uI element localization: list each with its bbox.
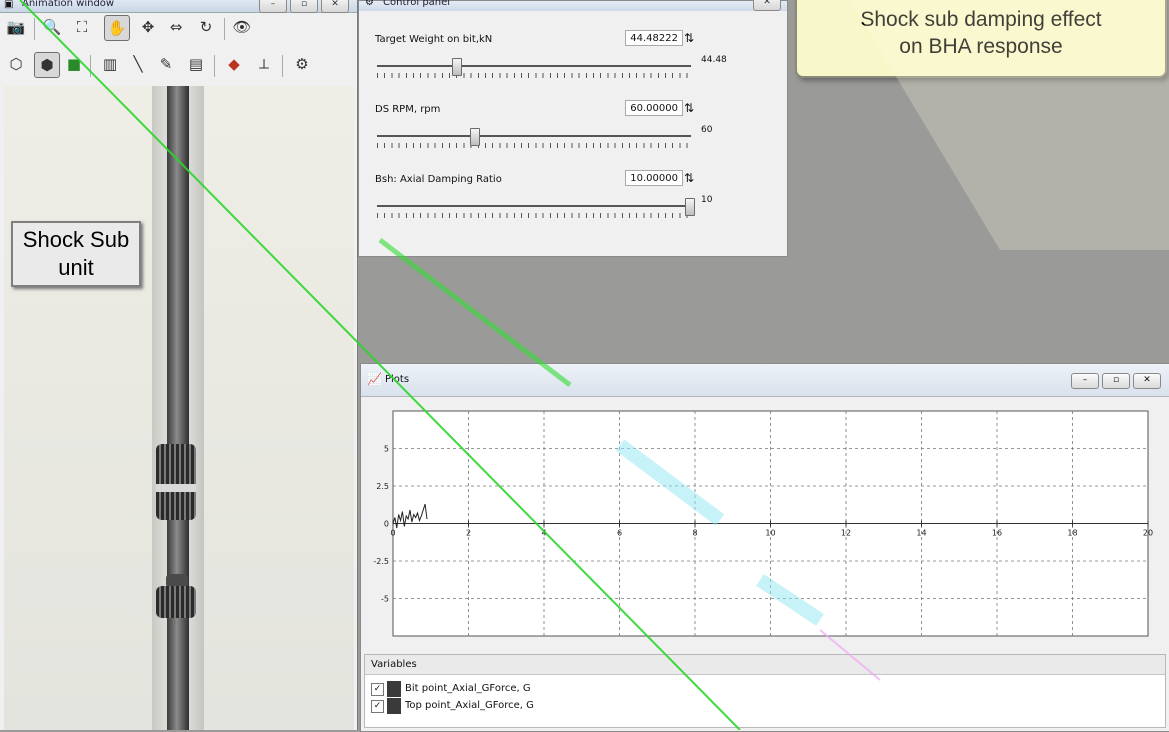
plots-close-button[interactable]: ✕: [1133, 373, 1161, 389]
pan-hand-icon[interactable]: ✋: [104, 15, 130, 41]
variable-name: Bit point_Axial_GForce, G: [405, 683, 531, 694]
slider-ticks: [377, 73, 691, 78]
move-icon[interactable]: ✥: [136, 15, 160, 39]
slider-ticks: [377, 213, 691, 218]
plot-icon: 📈: [367, 372, 382, 386]
variable-checkbox[interactable]: ✓: [371, 683, 384, 696]
close-button[interactable]: ✕: [321, 0, 349, 13]
shock-sub-label: Shock Sub unit: [11, 221, 141, 287]
stabilizer-lower: [156, 586, 196, 618]
view-toolbar: 📷 🔍 ⛶ ✋ ✥ ⇔ ↻ 👁: [2, 15, 354, 45]
plots-title: Plots: [385, 374, 410, 385]
window-icon: ▣: [4, 0, 14, 10]
damping-ratio-input[interactable]: 10.00000: [625, 170, 683, 186]
animation-window: ▣ Animation window – ▫ ✕ 📷 🔍 ⛶ ✋ ✥ ⇔ ↻ 👁…: [0, 0, 358, 730]
variables-header: Variables: [365, 655, 1165, 675]
render-toolbar: ⬡ ⬢ ■ ▥ ╲ ✎ ▤ ◆ ⟂ ⚙: [2, 52, 354, 82]
x-tick-label: 16: [992, 529, 1002, 538]
x-tick-label: 4: [541, 529, 546, 538]
orbit-icon[interactable]: ⇔: [164, 15, 188, 39]
control-panel-close-button[interactable]: ✕: [753, 0, 781, 11]
x-tick-label: 2: [466, 529, 471, 538]
rotate-icon[interactable]: ↻: [194, 15, 218, 39]
control-panel-title: Control panel: [383, 0, 451, 8]
box-icon[interactable]: ▤: [184, 52, 208, 76]
animation-window-title: Animation window: [22, 0, 115, 9]
y-tick-label: 5: [384, 445, 389, 454]
solid-cube-icon[interactable]: ⬢: [34, 52, 60, 78]
3d-viewport[interactable]: [4, 86, 354, 730]
slider-value: 44.48: [701, 55, 727, 65]
x-tick-label: 6: [617, 529, 622, 538]
variable-row[interactable]: ✓ Top point_Axial_GForce, G: [371, 698, 671, 714]
stabilizer-upper: [156, 444, 196, 520]
plots-maximize-button[interactable]: ▫: [1102, 373, 1130, 389]
y-tick-label: -5: [381, 595, 389, 604]
variable-checkbox[interactable]: ✓: [371, 700, 384, 713]
ds-rpm-slider-thumb[interactable]: [470, 128, 480, 146]
variable-row[interactable]: ✓ Bit point_Axial_GForce, G: [371, 681, 671, 697]
spinner-icon[interactable]: ⇅: [681, 100, 697, 116]
plots-titlebar[interactable]: 📈 Plots – ▫ ✕: [361, 364, 1169, 397]
ds-rpm-input[interactable]: 60.00000: [625, 100, 683, 116]
camera-icon[interactable]: 📷: [4, 15, 28, 39]
variable-color-swatch: [387, 681, 401, 697]
variable-color-swatch: [387, 698, 401, 714]
shaded-cube-icon[interactable]: ■: [62, 52, 86, 76]
spinner-icon[interactable]: ⇅: [681, 170, 697, 186]
variable-name: Top point_Axial_GForce, G: [405, 700, 534, 711]
slider-track[interactable]: [377, 205, 691, 207]
damping-ratio-slider-thumb[interactable]: [685, 198, 695, 216]
param-label: Bsh: Axial Damping Ratio: [375, 174, 502, 185]
animation-window-titlebar[interactable]: ▣ Animation window – ▫ ✕: [0, 0, 357, 13]
column-icon[interactable]: ▥: [98, 52, 122, 76]
target-weight-slider-thumb[interactable]: [452, 58, 462, 76]
spinner-icon[interactable]: ⇅: [681, 30, 697, 46]
control-panel-icon: ⚙: [365, 0, 374, 8]
target-weight-input[interactable]: 44.48222: [625, 30, 683, 46]
control-panel: ⚙ Control panel ✕ Target Weight on bit,k…: [358, 0, 788, 257]
x-tick-label: 12: [841, 529, 851, 538]
axis-icon[interactable]: ⟂: [252, 52, 276, 76]
param-label: Target Weight on bit,kN: [375, 34, 493, 45]
stabilizer-band: [156, 484, 196, 492]
minimize-button[interactable]: –: [259, 0, 287, 13]
variables-panel: Variables ✓ Bit point_Axial_GForce, G ✓ …: [364, 654, 1166, 728]
slider-track[interactable]: [377, 135, 691, 137]
shock-sub-label-line1: Shock Sub: [22, 227, 130, 252]
wireframe-cube-icon[interactable]: ⬡: [4, 52, 28, 76]
zoom-icon[interactable]: 🔍: [40, 15, 64, 39]
drill-string: [167, 86, 189, 730]
slider-value: 10: [701, 195, 713, 205]
x-tick-label: 18: [1067, 529, 1077, 538]
control-panel-titlebar[interactable]: ⚙ Control panel ✕: [359, 0, 787, 11]
paint-icon[interactable]: ◆: [222, 52, 246, 76]
x-tick-label: 20: [1143, 529, 1153, 538]
gforce-plot[interactable]: 0 2 4 6 8 10 12 14 16 18 20 5 2.5 0 -2.5 -5: [361, 396, 1169, 651]
plots-window: 📈 Plots – ▫ ✕ 0 2 4 6 8 10 12 14 16 18 20 5 2.5 0 -2.5…: [360, 363, 1169, 732]
x-tick-label: 14: [916, 529, 926, 538]
y-tick-label: 0: [384, 520, 389, 529]
y-tick-label: -2.5: [373, 557, 389, 566]
x-tick-label: 10: [765, 529, 775, 538]
shock-sub-label-line2: unit: [58, 255, 94, 280]
settings-icon[interactable]: ⚙: [290, 52, 314, 76]
eye-icon[interactable]: 👁: [230, 15, 254, 39]
slider-value: 60: [701, 125, 713, 135]
pencil-icon[interactable]: ✎: [154, 52, 178, 76]
callout-line1: Shock sub damping effect: [860, 8, 1102, 31]
zoom-fit-icon[interactable]: ⛶: [70, 15, 94, 39]
x-tick-label: 8: [692, 529, 697, 538]
plots-minimize-button[interactable]: –: [1071, 373, 1099, 389]
y-tick-label: 2.5: [376, 482, 389, 491]
slider-track[interactable]: [377, 65, 691, 67]
param-label: DS RPM, rpm: [375, 104, 441, 115]
slide-callout: Shock sub damping effect on BHA response: [795, 0, 1167, 78]
x-tick-label: 0: [390, 529, 395, 538]
callout-line2: on BHA response: [899, 35, 1063, 58]
maximize-button[interactable]: ▫: [290, 0, 318, 13]
line-tool-icon[interactable]: ╲: [126, 52, 150, 76]
slider-ticks: [377, 143, 691, 148]
